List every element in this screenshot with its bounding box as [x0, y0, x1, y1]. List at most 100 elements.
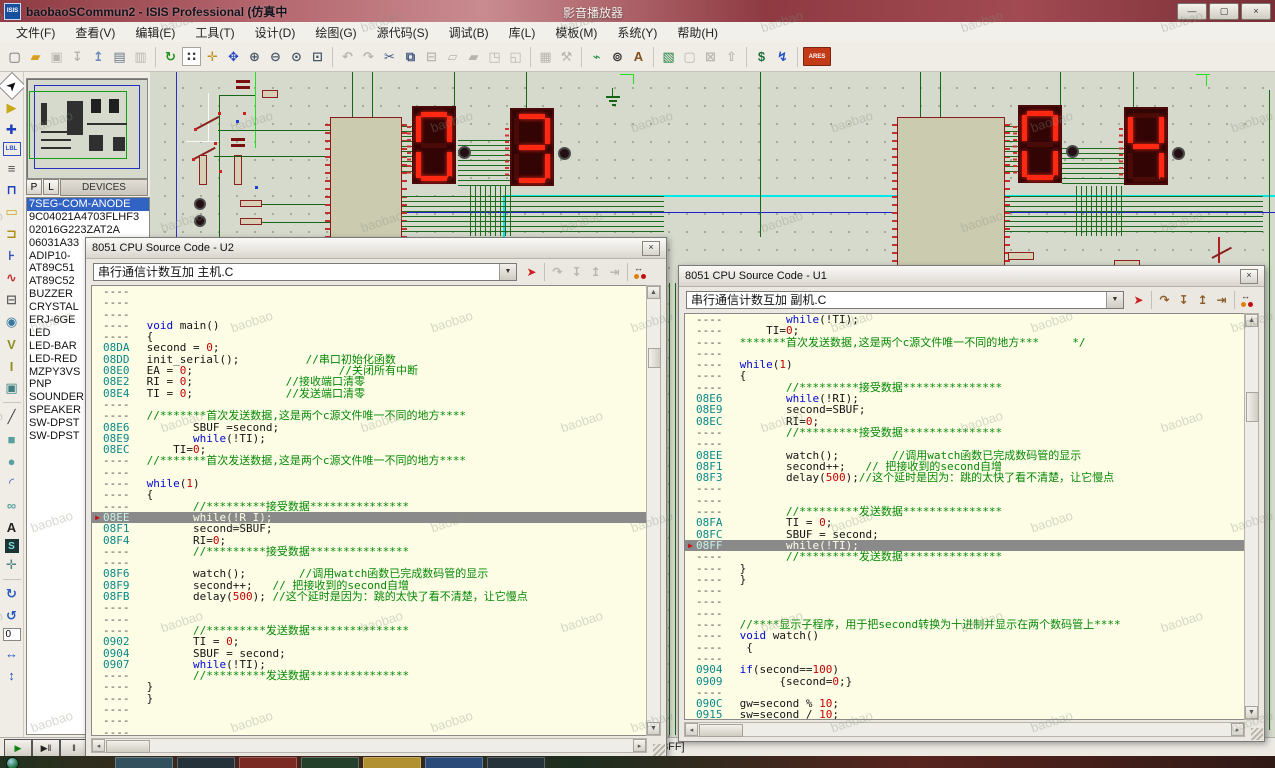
menu-item[interactable]: 设计(D) — [245, 22, 306, 43]
menu-item[interactable]: 绘图(G) — [305, 22, 366, 43]
save-icon[interactable]: ▣ — [47, 47, 66, 66]
step-into-icon[interactable]: ↧ — [568, 264, 585, 280]
text-script-icon[interactable]: ≡ — [2, 158, 22, 178]
device-list-item[interactable]: 02016G223ZAT2A — [27, 224, 149, 237]
rotate-cw-icon[interactable]: ↻ — [2, 584, 22, 604]
code-editor[interactable]: ---- ---- ---- ---- void main()---- {08D… — [91, 285, 647, 736]
menu-item[interactable]: 工具(T) — [185, 22, 244, 43]
scrollbar-thumb[interactable] — [648, 348, 661, 368]
debug-run-icon[interactable]: ➤ — [1130, 292, 1147, 308]
scrollbar-thumb[interactable] — [1246, 392, 1259, 422]
voltage-probe-icon[interactable]: V — [2, 334, 22, 354]
zoom-area-icon[interactable]: ⊡ — [308, 47, 327, 66]
flip-v-icon[interactable]: ↕ — [2, 665, 22, 685]
redo-icon[interactable]: ↷ — [359, 47, 378, 66]
flip-h-icon[interactable]: ↔ — [2, 643, 22, 663]
angle-field[interactable]: 0 — [3, 628, 21, 641]
toggle-grid-icon[interactable]: ∷ — [182, 47, 201, 66]
rotate-ccw-icon[interactable]: ↺ — [2, 606, 22, 626]
block-rotate-icon[interactable]: ◳ — [485, 47, 504, 66]
menu-item[interactable]: 系统(Y) — [607, 22, 667, 43]
vertical-scrollbar[interactable]: ▲ ▼ — [646, 285, 661, 736]
component-mode-icon[interactable]: ▶ — [2, 98, 22, 118]
close-icon[interactable]: × — [642, 241, 660, 256]
text-2d-icon[interactable]: A — [2, 517, 22, 537]
breakpoint-toggle-icon[interactable]: ↔ — [632, 264, 649, 280]
close-icon[interactable]: × — [1240, 269, 1258, 284]
copy-icon[interactable]: ⧉ — [401, 47, 420, 66]
menu-item[interactable]: 文件(F) — [6, 22, 65, 43]
source-file-select[interactable]: 串行通信计数互加 主机.C ▼ — [93, 263, 517, 281]
new-sheet-icon[interactable]: ▢ — [680, 47, 699, 66]
step-out-icon[interactable]: ↥ — [587, 264, 604, 280]
taskbar-item[interactable] — [487, 757, 545, 768]
scroll-left-icon[interactable]: ◂ — [92, 739, 105, 752]
run-to-cursor-icon[interactable]: ⇥ — [1213, 292, 1230, 308]
make-device-icon[interactable]: ⚒ — [557, 47, 576, 66]
device-list-item[interactable]: 7SEG-COM-ANODE — [27, 198, 149, 211]
step-over-icon[interactable]: ↷ — [1156, 292, 1173, 308]
virtual-instruments-icon[interactable]: ▣ — [2, 378, 22, 398]
scroll-down-icon[interactable]: ▼ — [1245, 706, 1258, 719]
step-out-icon[interactable]: ↥ — [1194, 292, 1211, 308]
windows-taskbar[interactable] — [0, 756, 1275, 768]
device-list-item[interactable]: 9C04021A4703FLHF3 — [27, 211, 149, 224]
redraw-icon[interactable]: ↻ — [161, 47, 180, 66]
start-button[interactable] — [6, 757, 19, 768]
line-2d-icon[interactable]: ╱ — [2, 407, 22, 427]
marker-2d-icon[interactable]: ✛ — [2, 555, 22, 575]
cut-icon[interactable]: ✂ — [380, 47, 399, 66]
paste-icon[interactable]: ⊟ — [422, 47, 441, 66]
menu-item[interactable]: 源代码(S) — [367, 22, 439, 43]
bus-mode-icon[interactable]: ⊓ — [2, 180, 22, 200]
block-copy-icon[interactable]: ▱ — [443, 47, 462, 66]
taskbar-item[interactable] — [301, 757, 359, 768]
chevron-down-icon[interactable]: ▼ — [1106, 292, 1123, 308]
horizontal-scrollbar[interactable]: ◂ ▸ — [91, 738, 647, 753]
menu-item[interactable]: 查看(V) — [65, 22, 125, 43]
block-delete-icon[interactable]: ◱ — [506, 47, 525, 66]
scroll-right-icon[interactable]: ▸ — [1231, 723, 1244, 736]
path-2d-icon[interactable]: ∞ — [2, 495, 22, 515]
menu-item[interactable]: 调试(B) — [439, 22, 499, 43]
resize-grip[interactable] — [653, 744, 665, 756]
selection-mode-icon[interactable]: ➤ — [0, 72, 26, 100]
pick-device-button[interactable]: P — [26, 179, 42, 195]
bill-of-materials-icon[interactable]: $ — [752, 47, 771, 66]
new-file-icon[interactable]: ▢ — [5, 47, 24, 66]
source-window-title-bar[interactable]: 8051 CPU Source Code - U2 × — [86, 238, 666, 259]
scroll-down-icon[interactable]: ▼ — [647, 722, 660, 735]
library-manage-button[interactable]: L — [43, 179, 59, 195]
goto-parent-sheet-icon[interactable]: ⇧ — [722, 47, 741, 66]
subcircuit-icon[interactable]: ▭ — [2, 202, 22, 222]
source-window-u2[interactable]: 8051 CPU Source Code - U2 × 串行通信计数互加 主机.… — [85, 237, 667, 758]
taskbar-item[interactable] — [115, 757, 173, 768]
maximize-button[interactable]: ▢ — [1209, 3, 1239, 20]
current-probe-icon[interactable]: I — [2, 356, 22, 376]
zoom-in-icon[interactable]: ⊕ — [245, 47, 264, 66]
run-to-cursor-icon[interactable]: ⇥ — [606, 264, 623, 280]
horizontal-scrollbar[interactable]: ◂ ▸ — [684, 722, 1245, 737]
netlist-to-ares-icon[interactable]: ARES — [803, 47, 831, 66]
device-pin-icon[interactable]: ⊦ — [2, 246, 22, 266]
vertical-scrollbar[interactable]: ▲ ▼ — [1244, 313, 1259, 720]
title-bar[interactable]: ISIS baobaoSCommun2 - ISIS Professional … — [0, 0, 1275, 22]
code-editor[interactable]: ---- while(!TI);---- TI=0;---- *******首次… — [684, 313, 1245, 720]
taskbar-item[interactable] — [425, 757, 483, 768]
taskbar-item[interactable] — [363, 757, 421, 768]
wire-autoroute-icon[interactable]: ⌁ — [587, 47, 606, 66]
open-folder-icon[interactable]: ▰ — [26, 47, 45, 66]
undo-icon[interactable]: ↶ — [338, 47, 357, 66]
menu-item[interactable]: 帮助(H) — [667, 22, 728, 43]
scroll-right-icon[interactable]: ▸ — [633, 739, 646, 752]
mark-print-area-icon[interactable]: ▥ — [131, 47, 150, 66]
property-assignment-icon[interactable]: A — [629, 47, 648, 66]
graph-mode-icon[interactable]: ∿ — [2, 268, 22, 288]
step-frame-button[interactable]: ▶‖ — [32, 739, 60, 757]
pause-button[interactable]: ‖ — [60, 739, 88, 757]
scrollbar-thumb[interactable] — [106, 740, 150, 753]
source-window-u1[interactable]: 8051 CPU Source Code - U1 × 串行通信计数互加 副机.… — [678, 265, 1265, 742]
minimize-button[interactable]: — — [1177, 3, 1207, 20]
symbol-2d-icon[interactable]: S — [5, 539, 19, 553]
pan-icon[interactable]: ✥ — [224, 47, 243, 66]
